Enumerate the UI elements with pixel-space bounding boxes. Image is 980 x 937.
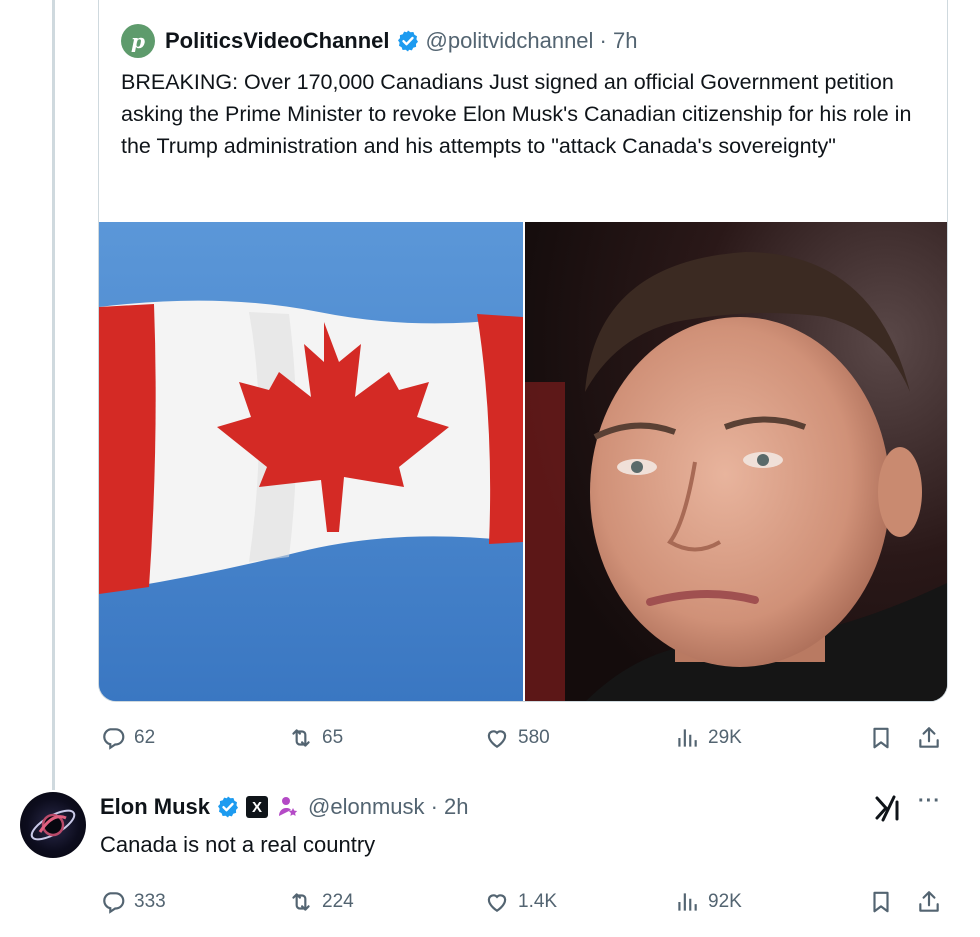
repost-count: 65	[322, 727, 344, 748]
bookmark-icon	[873, 891, 889, 913]
reply-author-name[interactable]: Elon Musk	[100, 794, 210, 820]
bookmark-icon	[873, 727, 889, 749]
more-options-icon[interactable]: ···	[918, 790, 941, 813]
views-count: 29K	[708, 727, 742, 748]
like-count: 580	[518, 727, 550, 748]
bookmark-button[interactable]	[868, 722, 894, 754]
reply-icon	[103, 728, 125, 750]
reply-post-actions: 333 224 1.4K 92K	[98, 886, 948, 918]
verified-badge-icon	[218, 796, 239, 818]
thread-connector-line	[52, 0, 55, 790]
reply-count: 333	[134, 891, 166, 912]
bookmark-button[interactable]	[868, 886, 894, 918]
share-button[interactable]	[916, 886, 942, 918]
share-button[interactable]	[916, 722, 942, 754]
repost-icon	[292, 729, 310, 747]
reply-icon	[103, 892, 125, 914]
repost-icon	[292, 893, 310, 911]
like-button[interactable]: 1.4K	[484, 886, 557, 918]
quoted-post-actions: 62 65 580 29K	[98, 722, 948, 754]
verified-badge-icon	[397, 30, 418, 52]
like-button[interactable]: 580	[484, 722, 550, 754]
quoted-post-card[interactable]: p PoliticsVideoChannel @politvidchannel …	[98, 0, 948, 702]
government-affiliation-icon[interactable]	[276, 795, 300, 819]
reply-handle-time[interactable]: @elonmusk · 2h	[308, 794, 469, 820]
reply-post-header: Elon Musk X @elonmusk · 2h	[100, 792, 469, 822]
quoted-post-media[interactable]	[99, 222, 947, 701]
share-icon	[919, 891, 939, 912]
heart-icon	[487, 730, 507, 748]
heart-icon	[487, 894, 507, 912]
grok-icon[interactable]	[874, 794, 904, 822]
views-count: 92K	[708, 891, 742, 912]
views-chart-icon	[678, 729, 697, 747]
reply-button[interactable]: 333	[100, 886, 166, 918]
share-icon	[919, 727, 939, 748]
reply-button[interactable]: 62	[100, 722, 155, 754]
quoted-post-text: BREAKING: Over 170,000 Canadians Just si…	[121, 70, 912, 158]
man-portrait-photo[interactable]	[525, 222, 947, 701]
quoted-post-header: p PoliticsVideoChannel @politvidchannel …	[121, 24, 637, 58]
quoted-handle-time[interactable]: @politvidchannel · 7h	[426, 28, 638, 54]
x-affiliation-badge[interactable]: X	[246, 796, 269, 818]
views-button[interactable]: 29K	[674, 722, 742, 754]
reply-post-text: Canada is not a real country	[100, 832, 376, 857]
repost-count: 224	[322, 891, 354, 912]
repost-button[interactable]: 224	[288, 886, 354, 918]
reply-author-avatar[interactable]	[20, 792, 86, 858]
repost-button[interactable]: 65	[288, 722, 343, 754]
reply-post[interactable]: Elon Musk X @elonmusk · 2h Canada is not…	[0, 780, 980, 880]
reply-count: 62	[134, 727, 156, 748]
quoted-author-name[interactable]: PoliticsVideoChannel	[165, 28, 390, 54]
views-button[interactable]: 92K	[674, 886, 742, 918]
canadian-flag-photo[interactable]	[99, 222, 523, 701]
views-chart-icon	[678, 893, 697, 911]
quoted-author-avatar[interactable]: p	[121, 24, 155, 58]
like-count: 1.4K	[518, 891, 558, 912]
